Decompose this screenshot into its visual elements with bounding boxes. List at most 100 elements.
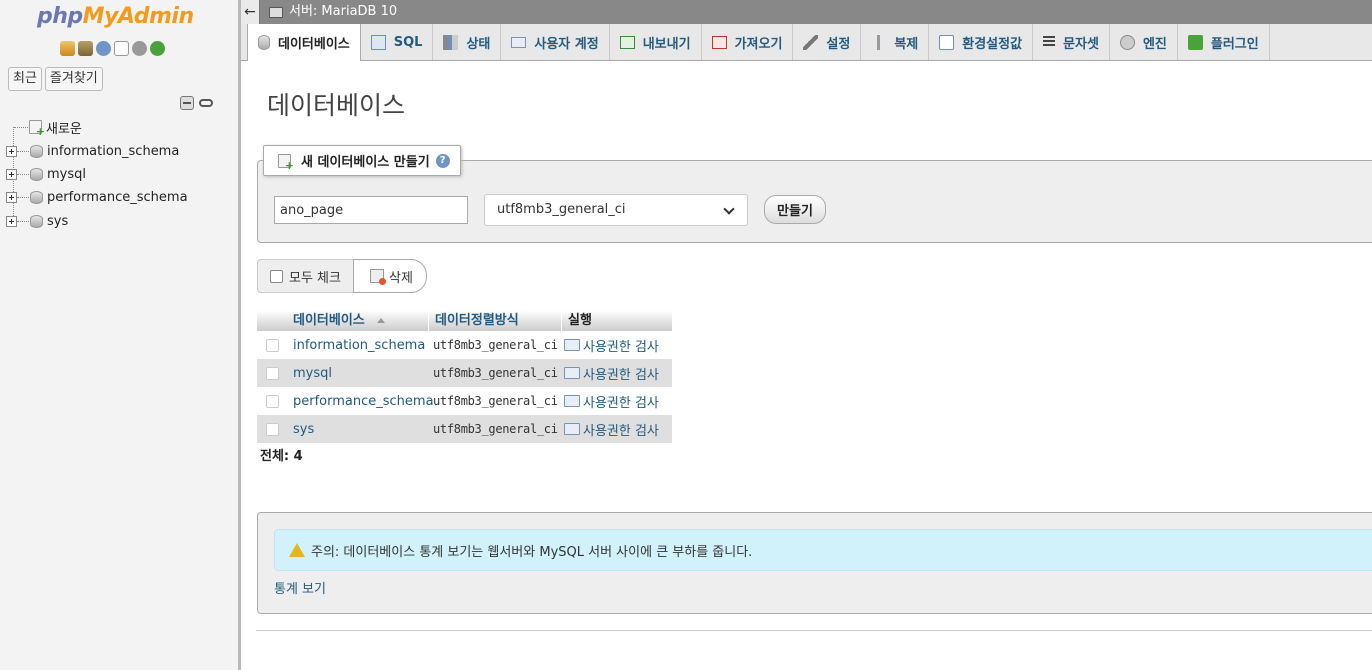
row-collation: utf8mb3_general_ci [433,422,558,436]
expand-icon[interactable] [6,168,17,180]
server-icon [269,6,283,18]
help-icon[interactable] [96,41,111,56]
reload-icon[interactable] [150,41,165,56]
enable-statistics-link[interactable]: 통계 보기 [274,578,326,597]
check-privileges-link[interactable]: 사용권한 검사 [562,364,672,383]
tab-export[interactable]: 내보내기 [610,24,702,60]
row-checkbox[interactable] [266,338,279,352]
phpmyadmin-logo[interactable]: phpMyAdmin [37,4,194,29]
import-icon [711,35,727,49]
check-privileges-link[interactable]: 사용권한 검사 [562,392,672,411]
tab-status[interactable]: 상태 [433,24,502,60]
row-checkbox[interactable] [266,422,279,436]
server-breadcrumb[interactable]: 서버: MariaDB 10 [269,0,397,24]
export-icon [619,35,635,49]
tab-engines[interactable]: 엔진 [1110,24,1178,60]
header-collation[interactable]: 데이터정렬방식 [429,310,562,331]
documentation-icon[interactable] [114,41,129,56]
charset-icon [1043,36,1056,48]
check-all-checkbox[interactable] [270,269,283,283]
tab-charsets[interactable]: 문자셋 [1033,24,1110,60]
table-row: information_schema utf8mb3_general_ci 사용… [257,331,672,359]
row-checkbox[interactable] [266,394,279,408]
statistics-notice: 주의: 데이터베이스 통계 보기는 웹서버와 MySQL 서버 사이에 큰 부하… [274,529,1372,571]
row-collation: utf8mb3_general_ci [433,366,558,380]
privileges-icon [564,367,580,379]
collation-select[interactable]: utf8mb3_general_ci [484,194,748,226]
tab-replication[interactable]: 복제 [861,24,930,60]
create-database-button[interactable]: 만들기 [764,195,826,224]
variables-icon [939,34,955,50]
divider [256,630,1372,631]
chevron-down-icon [723,203,735,215]
row-collation: utf8mb3_general_ci [433,394,558,408]
tree-item-mysql[interactable]: mysql [6,165,86,183]
table-row: mysql utf8mb3_general_ci 사용권한 검사 [257,359,672,387]
row-collation: utf8mb3_general_ci [433,338,558,352]
tab-variables[interactable]: 환경설정값 [929,24,1034,60]
wrench-icon [803,34,819,50]
tab-plugins[interactable]: 플러그인 [1178,24,1270,60]
privileges-icon [564,339,580,351]
delete-selected-button[interactable]: 삭제 [353,259,427,293]
database-icon [30,190,43,204]
database-name-input[interactable] [274,196,468,224]
logout-icon[interactable] [78,41,93,56]
header-action: 실행 [568,313,592,328]
tree-item-new[interactable]: 새로운 [6,118,82,138]
server-breadcrumb-bar: ← 서버: MariaDB 10 [241,0,1372,24]
privileges-icon [564,395,580,407]
replication-icon [871,34,887,50]
expand-icon[interactable] [6,145,17,157]
check-privileges-link[interactable]: 사용권한 검사 [562,420,672,439]
tree-item-information-schema[interactable]: information_schema [6,142,179,160]
tree-item-sys[interactable]: sys [6,212,68,230]
tab-sql[interactable]: SQL [361,24,434,60]
tab-user-accounts[interactable]: 사용자 계정 [501,24,610,60]
favorites-button[interactable]: 즐겨찾기 [44,67,103,91]
expand-icon[interactable] [6,215,17,227]
recent-button[interactable]: 최근 [8,67,42,91]
create-database-title: 새 데이터베이스 만들기 [301,155,430,170]
database-icon [30,167,43,181]
page-title: 데이터베이스 [267,91,406,120]
header-database[interactable]: 데이터베이스 [287,310,429,331]
collapse-all-icon[interactable] [180,96,194,110]
table-row: sys utf8mb3_general_ci 사용권한 검사 [257,415,672,443]
database-link[interactable]: sys [287,422,429,437]
tab-databases[interactable]: 데이터베이스 [247,24,361,61]
check-privileges-link[interactable]: 사용권한 검사 [562,336,672,355]
notice-text: 주의: 데이터베이스 통계 보기는 웹서버와 MySQL 서버 사이에 큰 부하… [311,544,753,560]
user-accounts-icon [511,36,527,48]
database-link[interactable]: performance_schema [287,394,434,409]
sql-icon [370,34,386,50]
sort-ascending-icon [376,318,385,323]
tree-item-performance-schema[interactable]: performance_schema [6,188,188,206]
tab-import[interactable]: 가져오기 [702,24,794,60]
databases-table: 데이터베이스 데이터정렬방식 실행 information_schema utf… [257,310,672,443]
plugin-icon [1187,34,1203,50]
sidebar-resize-handle[interactable] [238,0,241,670]
database-icon [258,35,270,50]
home-icon[interactable] [60,41,75,56]
engine-icon [1119,34,1135,50]
delete-icon [370,269,386,285]
navigation-sidebar: phpMyAdmin 최근 즐겨찾기 새로운 information_schem… [0,0,238,670]
settings-gear-icon[interactable] [132,41,147,56]
row-checkbox[interactable] [266,366,279,380]
link-with-main-panel-icon[interactable] [199,99,213,107]
check-all-toggle[interactable]: 모두 체크 [257,259,354,293]
collapse-sidebar-button[interactable]: ← [241,0,260,24]
database-link[interactable]: mysql [287,366,429,381]
help-icon[interactable]: ? [435,153,450,168]
tab-settings[interactable]: 설정 [793,24,862,60]
database-link[interactable]: information_schema [287,338,429,353]
status-icon [443,34,459,50]
create-database-legend: 새 데이터베이스 만들기 ? [263,145,461,176]
new-database-icon [29,120,45,138]
warning-icon [289,543,305,557]
expand-icon[interactable] [6,191,17,203]
sidebar-quick-icons [60,41,165,56]
recent-favorites-bar: 최근 즐겨찾기 [8,67,103,91]
server-label: 서버: MariaDB 10 [289,4,398,19]
